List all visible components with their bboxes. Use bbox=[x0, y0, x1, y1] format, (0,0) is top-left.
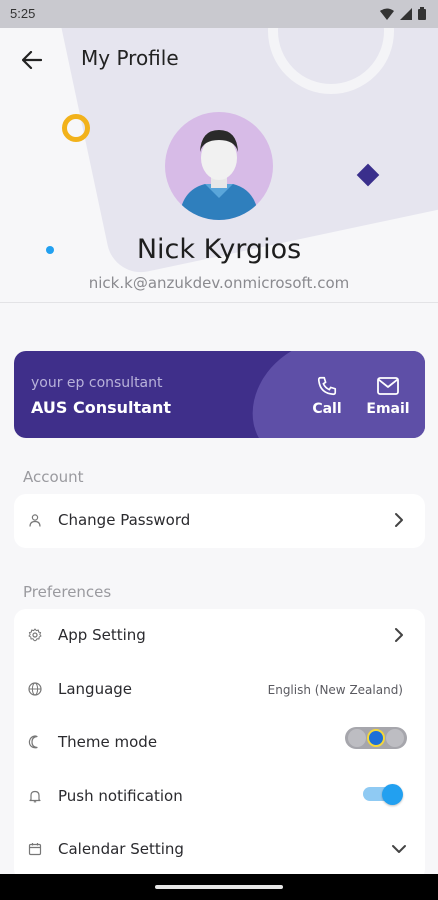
page-title: My Profile bbox=[81, 46, 179, 70]
calendar-setting-label: Calendar Setting bbox=[58, 840, 184, 858]
chevron-down-icon bbox=[392, 845, 406, 853]
auto-theme-icon[interactable] bbox=[367, 729, 385, 747]
sun-icon[interactable] bbox=[348, 729, 366, 747]
decorative-ring-yellow bbox=[62, 114, 90, 142]
user-name: Nick Kyrgios bbox=[136, 234, 302, 265]
status-time: 5:25 bbox=[10, 6, 36, 21]
avatar-person-icon bbox=[179, 130, 259, 220]
account-card: Change Password bbox=[14, 494, 425, 548]
calendar-setting-row[interactable]: Calendar Setting bbox=[14, 823, 425, 876]
change-password-label: Change Password bbox=[58, 511, 191, 529]
profile-header: My Profile Nick Kyrgios nick.k@anzukdev.… bbox=[0, 28, 438, 302]
globe-icon bbox=[27, 681, 43, 697]
chevron-right-icon bbox=[395, 628, 403, 642]
call-label: Call bbox=[312, 401, 342, 417]
push-notification-row: Push notification bbox=[14, 770, 425, 823]
home-handle[interactable] bbox=[155, 885, 283, 889]
language-row[interactable]: Language English (New Zealand) bbox=[14, 663, 425, 716]
moon-icon[interactable] bbox=[386, 729, 404, 747]
email-button[interactable]: Email bbox=[363, 375, 413, 417]
consultant-label: your ep consultant bbox=[31, 375, 163, 391]
section-label-preferences: Preferences bbox=[23, 583, 112, 601]
person-icon bbox=[27, 512, 43, 528]
push-notification-label: Push notification bbox=[58, 787, 183, 805]
status-icons bbox=[380, 7, 426, 20]
switch-thumb bbox=[382, 784, 403, 805]
app-setting-label: App Setting bbox=[58, 626, 146, 644]
language-label: Language bbox=[58, 680, 133, 698]
bell-icon bbox=[27, 788, 43, 804]
email-label: Email bbox=[366, 401, 410, 417]
signal-icon bbox=[400, 7, 412, 20]
moon-icon bbox=[27, 734, 43, 750]
consultant-name: AUS Consultant bbox=[31, 398, 171, 417]
status-bar: 5:25 bbox=[0, 0, 438, 28]
avatar[interactable] bbox=[165, 112, 273, 220]
phone-icon bbox=[317, 376, 337, 396]
app-setting-row[interactable]: App Setting bbox=[14, 609, 425, 662]
theme-toggle[interactable] bbox=[345, 727, 407, 749]
gear-icon bbox=[27, 627, 43, 643]
theme-mode-row: Theme mode bbox=[14, 716, 425, 769]
divider bbox=[0, 302, 438, 303]
theme-mode-label: Theme mode bbox=[58, 733, 158, 751]
wifi-icon bbox=[380, 8, 394, 20]
calendar-icon bbox=[27, 841, 43, 857]
chevron-right-icon bbox=[395, 513, 403, 527]
system-navigation-bar bbox=[0, 874, 438, 900]
preferences-card: App Setting Language English (New Zealan… bbox=[14, 609, 425, 881]
consultant-card: your ep consultant AUS Consultant Call E… bbox=[14, 351, 425, 438]
user-email: nick.k@anzukdev.onmicrosoft.com bbox=[88, 274, 350, 292]
mail-icon bbox=[377, 377, 399, 395]
language-value: English (New Zealand) bbox=[267, 683, 403, 697]
call-button[interactable]: Call bbox=[302, 375, 352, 417]
section-label-account: Account bbox=[23, 468, 84, 486]
battery-icon bbox=[418, 7, 426, 20]
push-notification-switch[interactable] bbox=[363, 784, 403, 805]
arrow-left-icon bbox=[22, 51, 42, 69]
back-button[interactable] bbox=[18, 46, 46, 74]
change-password-row[interactable]: Change Password bbox=[14, 494, 425, 547]
